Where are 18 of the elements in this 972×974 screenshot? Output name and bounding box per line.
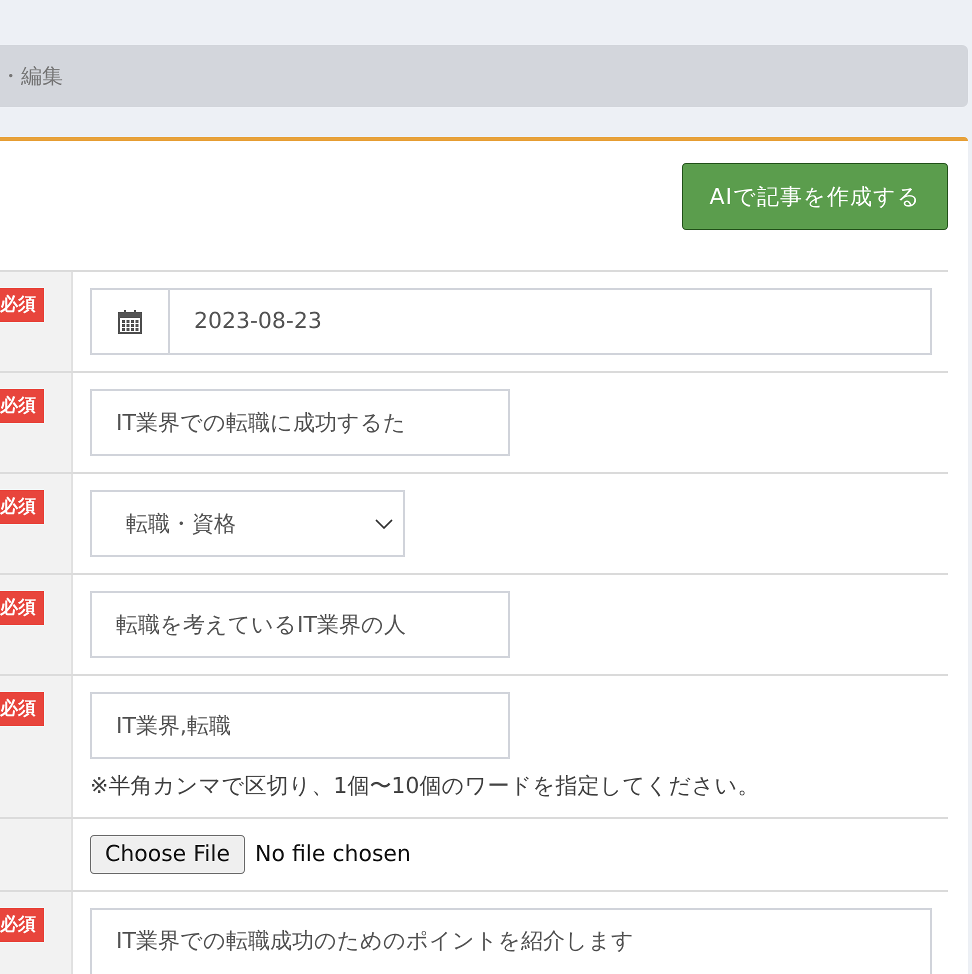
chevron-down-icon [375,518,393,528]
category-select[interactable]: 転職・資格 [90,490,405,557]
required-badge: 必須 [0,490,44,524]
breadcrumb-text: ・編集 [0,63,63,90]
required-badge: 必須 [0,692,44,726]
text-field[interactable]: IT業界,転職 [90,692,510,759]
text-area[interactable]: IT業界での転職成功のためのポイントを紹介します [90,908,932,974]
required-badge: 必須 [0,908,44,942]
choose-file-button[interactable]: Choose File [90,835,246,874]
required-badge: 必須 [0,389,44,423]
help-text: ※半角カンマで区切り、1個〜10個のワードを指定してください。 [90,773,760,801]
file-status: No file chosen [255,842,411,867]
required-badge: 必須 [0,591,44,625]
date-field[interactable]: 2023-08-23 [90,288,932,355]
required-badge: 必須 [0,288,44,322]
calendar-icon [117,308,143,334]
text-field[interactable]: 転職を考えているIT業界の人 [90,591,510,658]
text-field[interactable]: IT業界での転職に成功するた [90,389,510,456]
